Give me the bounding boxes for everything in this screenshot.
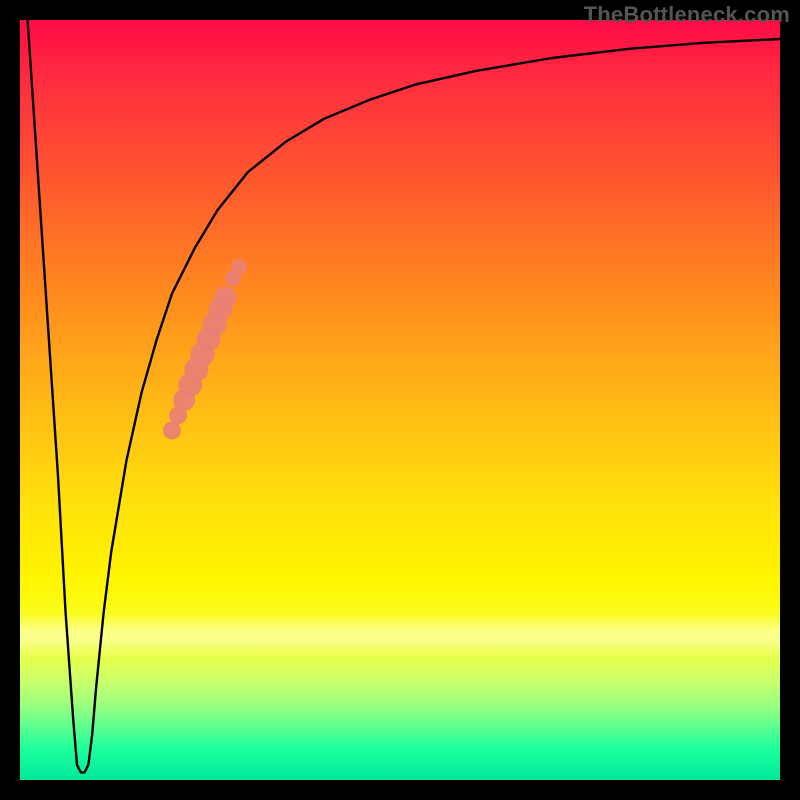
bottleneck-curve bbox=[28, 20, 780, 772]
plot-area bbox=[20, 20, 780, 780]
chart-frame: TheBottleneck.com bbox=[0, 0, 800, 800]
curve-svg bbox=[20, 20, 780, 780]
highlight-marker bbox=[214, 286, 236, 308]
watermark-text: TheBottleneck.com bbox=[584, 2, 790, 28]
highlight-marker bbox=[231, 259, 247, 275]
